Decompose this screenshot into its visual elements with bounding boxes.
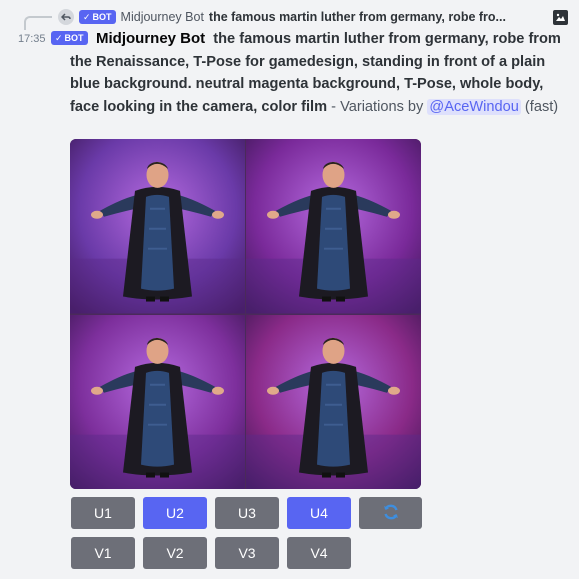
reply-author[interactable]: Midjourney Bot bbox=[121, 10, 204, 24]
u2-button[interactable]: U2 bbox=[143, 497, 207, 529]
bot-badge-label: BOT bbox=[92, 12, 112, 22]
image-variation-3[interactable] bbox=[70, 314, 245, 489]
reply-icon bbox=[58, 9, 74, 25]
verified-check-icon: ✓ bbox=[55, 33, 63, 43]
verified-check-icon: ✓ bbox=[83, 12, 91, 22]
message-author[interactable]: Midjourney Bot bbox=[96, 30, 205, 47]
reply-snippet[interactable]: the famous martin luther from germany, r… bbox=[209, 10, 540, 24]
v2-button[interactable]: V2 bbox=[143, 537, 207, 569]
reply-spine bbox=[24, 16, 52, 30]
reroll-icon bbox=[382, 503, 400, 524]
button-label: U3 bbox=[238, 505, 256, 521]
timestamp: 17:35 bbox=[18, 33, 46, 45]
button-label: V4 bbox=[310, 545, 328, 561]
button-label: V3 bbox=[238, 545, 256, 561]
button-label: U2 bbox=[166, 505, 184, 521]
t-pose-figure-image bbox=[246, 139, 421, 314]
v3-button[interactable]: V3 bbox=[215, 537, 279, 569]
reply-preview[interactable]: ✓ BOT Midjourney Bot the famous martin l… bbox=[58, 7, 568, 27]
generation-mode: (fast) bbox=[520, 98, 559, 115]
image-grid[interactable] bbox=[70, 139, 421, 489]
button-label: V1 bbox=[94, 545, 112, 561]
u3-button[interactable]: U3 bbox=[215, 497, 279, 529]
user-mention[interactable]: @AceWindou bbox=[427, 98, 521, 115]
v4-button[interactable]: V4 bbox=[287, 537, 351, 569]
u1-button[interactable]: U1 bbox=[71, 497, 135, 529]
t-pose-figure-image bbox=[70, 314, 245, 489]
button-label: V2 bbox=[166, 545, 184, 561]
u4-button[interactable]: U4 bbox=[287, 497, 351, 529]
button-label: U4 bbox=[310, 505, 328, 521]
image-variation-4[interactable] bbox=[246, 314, 421, 489]
v1-button[interactable]: V1 bbox=[71, 537, 135, 569]
t-pose-figure-image bbox=[246, 314, 421, 489]
bot-badge: ✓ BOT bbox=[79, 10, 116, 24]
image-variation-2[interactable] bbox=[246, 139, 421, 314]
reroll-button[interactable] bbox=[359, 497, 422, 529]
image-variation-1[interactable] bbox=[70, 139, 245, 314]
message-content: Midjourney Bot the famous martin luther … bbox=[70, 28, 570, 118]
t-pose-figure-image bbox=[70, 139, 245, 314]
image-icon bbox=[553, 9, 568, 25]
button-label: U1 bbox=[94, 505, 112, 521]
message-suffix: - Variations by bbox=[327, 98, 428, 115]
